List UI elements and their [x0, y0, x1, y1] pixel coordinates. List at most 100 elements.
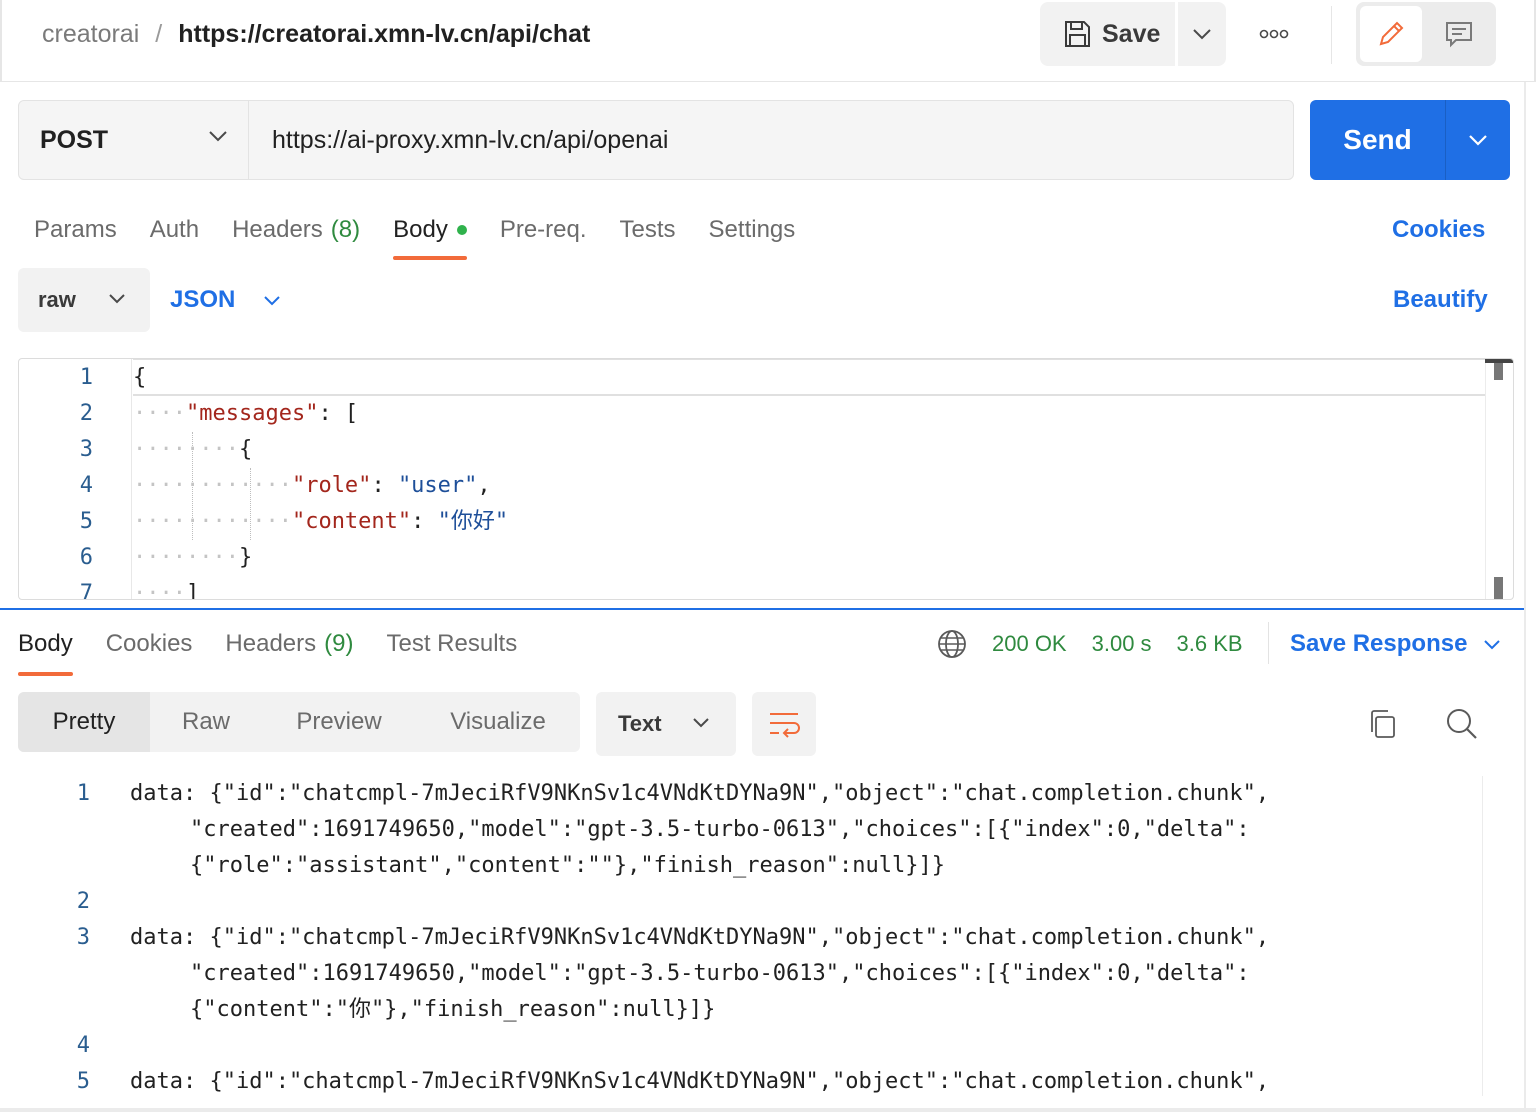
method-select[interactable]: POST	[19, 101, 249, 179]
line-number: 3	[79, 437, 93, 462]
save-options-button[interactable]	[1178, 2, 1226, 66]
tab-body[interactable]: Body	[393, 208, 467, 260]
request-url-bar: POST https://ai-proxy.xmn-lv.cn/api/open…	[18, 100, 1294, 180]
line-number: 5	[79, 509, 93, 534]
line-number: 4	[79, 473, 93, 498]
response-tab-cookies[interactable]: Cookies	[106, 624, 193, 664]
response-tab-headers-label: Headers	[225, 630, 317, 657]
wrap-lines-button[interactable]	[752, 692, 816, 756]
tab-tests[interactable]: Tests	[620, 208, 676, 252]
code-line-1: {	[133, 360, 146, 396]
response-line: {"role":"assistant","content":""},"finis…	[190, 853, 945, 878]
more-actions-button[interactable]	[1250, 14, 1298, 54]
editor-scrollbar-thumb-bottom[interactable]	[1494, 577, 1503, 599]
copy-icon	[1371, 710, 1395, 738]
line-number: 1	[76, 781, 90, 806]
chevron-down-icon	[1469, 135, 1487, 146]
chevron-down-icon	[693, 718, 709, 728]
code-line-5: ············"content": "你好"	[133, 509, 509, 534]
view-pretty[interactable]: Pretty	[18, 692, 150, 752]
response-body-viewer[interactable]: 1 data: {"id":"chatcmpl-7mJeciRfV9NKnSv1…	[18, 776, 1518, 1096]
response-line: data: {"id":"chatcmpl-7mJeciRfV9NKnSv1c4…	[130, 1069, 1270, 1094]
method-label: POST	[40, 125, 109, 154]
send-button[interactable]: Send	[1310, 100, 1445, 180]
body-indicator-dot	[456, 225, 467, 235]
code-token: ]	[185, 581, 200, 600]
more-icon	[1259, 29, 1289, 39]
editor-active-line	[133, 359, 1485, 396]
code-token: : [	[318, 401, 359, 426]
chevron-down-icon	[209, 131, 227, 142]
tab-headers-label: Headers	[232, 216, 323, 243]
code-token: :	[371, 473, 398, 498]
editor-scrollbar-thumb[interactable]	[1494, 363, 1503, 380]
response-tab-test-results[interactable]: Test Results	[386, 624, 517, 664]
response-size[interactable]: 3.6 KB	[1177, 631, 1243, 657]
body-mode-select[interactable]: raw	[18, 268, 150, 332]
save-button[interactable]: Save	[1040, 2, 1175, 66]
body-mode-label: raw	[38, 287, 76, 312]
code-token: ,	[477, 473, 491, 498]
save-response-label: Save Response	[1290, 630, 1468, 657]
search-button[interactable]	[1442, 704, 1482, 744]
wrap-lines-icon	[770, 713, 800, 738]
response-time[interactable]: 3.00 s	[1092, 631, 1152, 657]
copy-button[interactable]	[1362, 704, 1402, 744]
code-line-6: ········}	[133, 545, 253, 570]
body-language-label: JSON	[170, 286, 236, 313]
code-string: "你好"	[437, 509, 509, 534]
beautify-link[interactable]: Beautify	[1393, 268, 1488, 332]
url-input[interactable]: https://ai-proxy.xmn-lv.cn/api/openai	[272, 101, 668, 179]
view-raw[interactable]: Raw	[150, 692, 262, 752]
editor-scrollbar[interactable]	[1485, 359, 1513, 599]
response-tab-headers[interactable]: Headers (9)	[225, 624, 353, 664]
response-format-label: Text	[618, 711, 662, 736]
line-number: 7	[79, 581, 93, 600]
send-options-button[interactable]	[1446, 100, 1510, 180]
code-token: {	[133, 365, 147, 390]
tab-body-label: Body	[393, 216, 448, 243]
request-body-editor[interactable]: 1 2 3 4 5 6 7 { ····"messages": [ ······…	[18, 358, 1514, 600]
code-token: }	[238, 545, 253, 570]
comment-icon	[1446, 22, 1472, 48]
response-line: data: {"id":"chatcmpl-7mJeciRfV9NKnSv1c4…	[130, 781, 1270, 806]
save-icon	[1065, 21, 1090, 47]
view-visualize[interactable]: Visualize	[416, 692, 580, 752]
response-scrollbar[interactable]	[1482, 776, 1510, 1096]
body-language-select[interactable]: JSON	[170, 268, 281, 332]
breadcrumb-separator: /	[155, 19, 163, 48]
response-tab-body[interactable]: Body	[18, 624, 73, 676]
tab-auth[interactable]: Auth	[150, 208, 199, 252]
code-line-7: ····]	[133, 576, 200, 600]
request-tabs: Params Auth Headers (8) Body Pre-req. Tes…	[34, 208, 828, 260]
globe-icon[interactable]	[936, 628, 968, 660]
view-mode-toggle	[1356, 2, 1496, 66]
chevron-down-icon	[109, 294, 125, 304]
headers-count: (8)	[330, 216, 361, 243]
code-token: :	[411, 509, 438, 534]
response-format-select[interactable]: Text	[596, 692, 736, 756]
code-line-4: ············"role": "user",	[133, 473, 491, 498]
breadcrumb-workspace[interactable]: creatorai	[42, 20, 139, 49]
response-line: data: {"id":"chatcmpl-7mJeciRfV9NKnSv1c4…	[130, 925, 1270, 950]
pane-resize-divider[interactable]	[0, 608, 1526, 610]
chevron-down-icon	[1193, 29, 1211, 40]
tab-params-label: Params	[34, 216, 117, 243]
request-name[interactable]: https://creatorai.xmn-lv.cn/api/chat	[178, 20, 590, 49]
header-bar: creatorai / https://creatorai.xmn-lv.cn/…	[0, 0, 1536, 82]
response-tab-cookies-label: Cookies	[105, 630, 193, 657]
tab-prereq[interactable]: Pre-req.	[500, 208, 587, 252]
save-response-button[interactable]: Save Response	[1290, 624, 1501, 664]
tab-headers[interactable]: Headers (8)	[232, 208, 360, 252]
send-button-group: Send	[1310, 100, 1510, 180]
view-preview[interactable]: Preview	[262, 692, 416, 752]
tab-params[interactable]: Params	[34, 208, 117, 252]
tab-settings[interactable]: Settings	[709, 208, 796, 252]
edit-mode-button[interactable]	[1360, 6, 1422, 62]
status-code[interactable]: 200 OK	[992, 631, 1067, 657]
tab-prereq-label: Pre-req.	[499, 216, 587, 243]
comments-mode-button[interactable]	[1428, 6, 1490, 62]
cookies-link[interactable]: Cookies	[1392, 208, 1485, 252]
code-key: "content"	[291, 509, 412, 534]
line-number: 2	[76, 889, 90, 914]
